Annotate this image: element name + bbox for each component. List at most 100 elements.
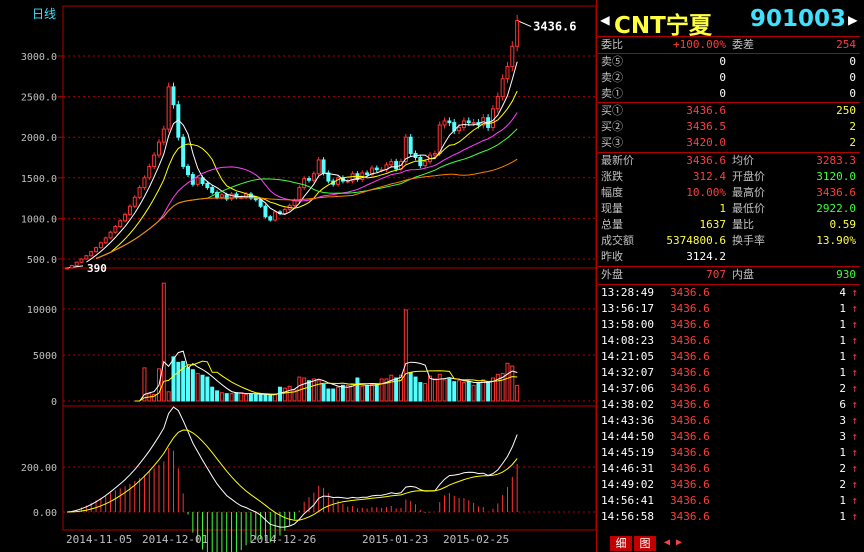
tab-chart[interactable]: 图 (634, 536, 656, 551)
trade-volume: 1 (839, 494, 846, 507)
stat-label: 最高价 (732, 186, 765, 199)
tab-scroll-icons[interactable]: ◀ ▶ (664, 537, 682, 548)
prev-close-row: 昨收 3124.2 (598, 249, 860, 265)
trade-time: 14:37:06 (601, 382, 654, 395)
trade-time: 14:08:23 (601, 334, 654, 347)
weibi-label: 委比 (601, 38, 623, 51)
stat-row: 涨跌 312.4 开盘价 3120.0 (598, 169, 860, 185)
ma-line-ma60 (95, 158, 518, 259)
trade-time: 14:32:07 (601, 366, 654, 379)
buy-volume: 2 (849, 136, 856, 149)
candle-body (186, 165, 191, 176)
trade-time: 14:45:19 (601, 446, 654, 459)
candle-body (166, 86, 171, 130)
candle-body (263, 205, 268, 218)
trade-volume: 1 (839, 334, 846, 347)
sell-volume: 0 (849, 87, 856, 100)
stock-header: ◀ CNT宁夏 901003 ▶ (598, 2, 860, 39)
date-label: 2014-11-05 (66, 533, 132, 546)
volume-bar (481, 379, 486, 402)
volume-bar (432, 378, 437, 402)
volume-bar (505, 362, 510, 402)
trade-row: 14:44:50 3436.6 3 ↑ (598, 429, 860, 445)
volume-bar (287, 385, 292, 402)
trade-time: 14:43:36 (601, 414, 654, 427)
volume-bar (166, 391, 171, 402)
trade-time: 13:28:49 (601, 286, 654, 299)
candle-body (161, 128, 166, 143)
volume-bar (437, 373, 442, 402)
stat-row: 现量 1 最低价 2922.0 (598, 201, 860, 217)
up-arrow-icon: ↑ (851, 414, 858, 427)
buy-label: 买② (601, 120, 623, 133)
up-arrow-icon: ↑ (851, 446, 858, 459)
volume-bar (210, 386, 215, 402)
trade-price: 3436.6 (670, 286, 710, 299)
trade-price: 3436.6 (670, 366, 710, 379)
volume-bar (268, 394, 273, 402)
trade-row: 13:58:00 3436.6 1 ↑ (598, 317, 860, 333)
up-arrow-icon: ↑ (851, 494, 858, 507)
candle-body (515, 20, 520, 47)
tab-detail[interactable]: 细 (610, 536, 632, 551)
trade-row: 14:37:06 3436.6 2 ↑ (598, 381, 860, 397)
next-stock-icon[interactable]: ▶ (848, 10, 858, 29)
prev-stock-icon[interactable]: ◀ (600, 10, 610, 29)
buy-label: 买① (601, 104, 623, 117)
buy-row: 买③ 3420.0 2 (598, 135, 860, 151)
trade-price: 3436.6 (670, 478, 710, 491)
volume-bar (176, 361, 181, 402)
buy-price: 3436.5 (686, 120, 726, 133)
prev-close-value: 3124.2 (686, 250, 726, 263)
candle-body (457, 126, 462, 132)
trade-volume: 3 (839, 430, 846, 443)
trade-volume: 4 (839, 286, 846, 299)
volume-bar (457, 380, 462, 402)
volume-bar (321, 383, 326, 402)
candle-body (69, 264, 74, 269)
candle-body (510, 45, 515, 68)
volume-bar (311, 378, 316, 402)
trade-time: 14:56:41 (601, 494, 654, 507)
volume-bar (258, 393, 263, 402)
candle-body (137, 187, 142, 198)
stat-value: 5374800.6 (666, 234, 726, 247)
candle-body (466, 120, 471, 124)
candle-body (147, 165, 152, 179)
candle-body (500, 78, 505, 98)
trade-price: 3436.6 (670, 430, 710, 443)
volume-bar (234, 392, 239, 402)
trade-volume: 1 (839, 446, 846, 459)
trade-price: 3436.6 (670, 462, 710, 475)
volume-bar (195, 372, 200, 402)
candle-body (94, 247, 99, 253)
stat-row: 最新价 3436.6 均价 3283.3 (598, 153, 860, 169)
buy-volume: 250 (836, 104, 856, 117)
period-label[interactable]: 日线 (32, 7, 56, 21)
buy-price: 3436.6 (686, 104, 726, 117)
trade-time: 14:21:05 (601, 350, 654, 363)
sell-label: 卖① (601, 87, 623, 100)
outer-label: 外盘 (601, 268, 623, 281)
up-arrow-icon: ↑ (851, 398, 858, 411)
volume-bar (461, 382, 466, 402)
trade-time: 14:46:31 (601, 462, 654, 475)
candle-body (408, 136, 413, 154)
stat-value: 1 (719, 202, 726, 215)
candle-body (471, 122, 476, 125)
candle-body (89, 251, 94, 257)
trade-price: 3436.6 (670, 382, 710, 395)
panel-separator (596, 0, 597, 552)
volume-bar (331, 388, 336, 402)
candle-body (156, 141, 161, 156)
volume-bar (340, 384, 345, 402)
kline-chart[interactable]: 3000.0 2500.0 2000.0 1500.0 1000.0 500.0 10000… (0, 0, 598, 552)
trade-price: 3436.6 (670, 398, 710, 411)
up-arrow-icon: ↑ (851, 430, 858, 443)
sell-volume: 0 (849, 71, 856, 84)
macd-tick-label: 0.00 (33, 508, 57, 519)
candle-body (258, 199, 263, 207)
date-label: 2014-12-01 (142, 533, 208, 546)
date-label: 2015-02-25 (443, 533, 509, 546)
trade-row: 14:46:31 3436.6 2 ↑ (598, 461, 860, 477)
